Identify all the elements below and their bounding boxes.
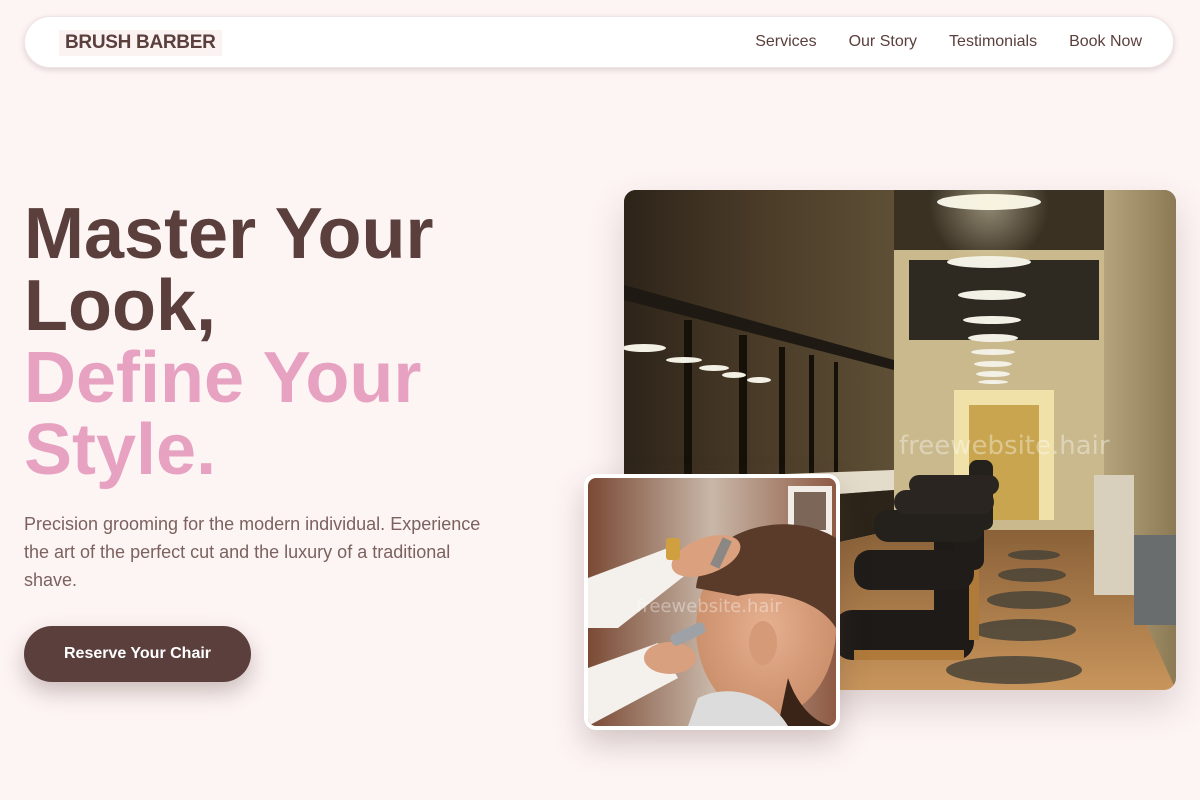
reserve-chair-button[interactable]: Reserve Your Chair [24, 626, 251, 682]
haircut-closeup-photo: freewebsite.hair [584, 474, 840, 730]
main-photo-watermark: freewebsite.hair [899, 431, 1110, 461]
nav-link-our-story[interactable]: Our Story [849, 33, 917, 51]
hero-title: Master Your Look, Define Your Style. [24, 198, 433, 486]
hero-title-line-1: Master Your [24, 194, 434, 274]
hero-title-line-2: Look, [24, 266, 216, 346]
brand-logo[interactable]: BRUSH BARBER [59, 30, 222, 56]
small-photo-watermark: freewebsite.hair [636, 596, 782, 617]
hero-description: Precision grooming for the modern indivi… [24, 514, 481, 590]
hero-accent-line-2: Style. [24, 410, 217, 490]
nav-link-book-now[interactable]: Book Now [1069, 33, 1142, 51]
nav-links: Services Our Story Testimonials Book Now [755, 33, 1142, 51]
hero-accent-line-1: Define Your [24, 338, 422, 418]
nav-link-services[interactable]: Services [755, 33, 816, 51]
top-navbar: BRUSH BARBER Services Our Story Testimon… [24, 16, 1174, 68]
nav-link-testimonials[interactable]: Testimonials [949, 33, 1037, 51]
